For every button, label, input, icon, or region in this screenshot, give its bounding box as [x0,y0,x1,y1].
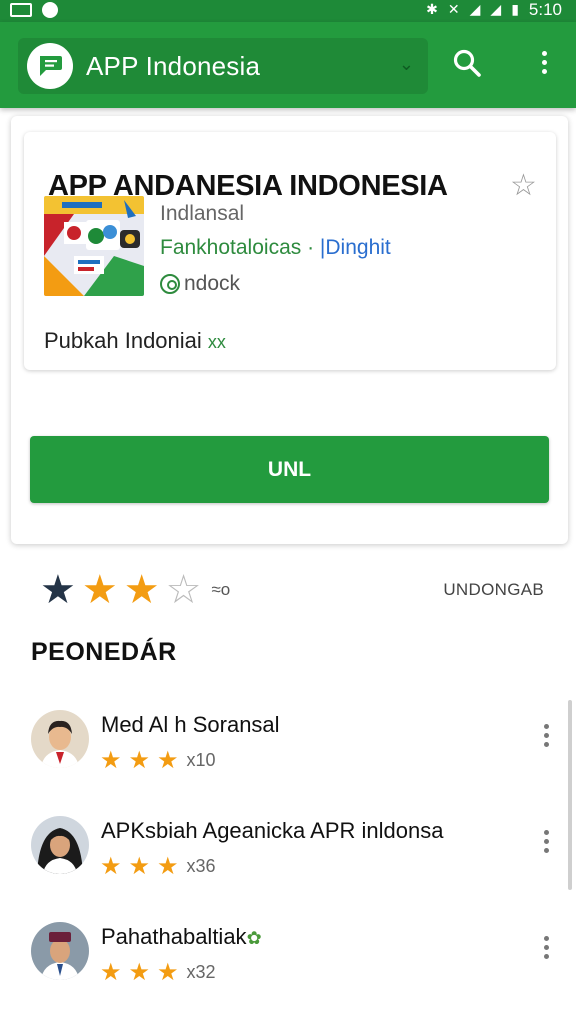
notification-icon [10,3,32,17]
star-filled-icon: ★ [81,567,118,613]
app-switcher-dropdown[interactable]: APP Indonesia ⌄ [18,38,428,94]
developer-name: Indlansal [160,202,245,225]
app-info-card: APP ANDANESIA INDONESIA ☆ Indlansal Fank… [24,132,556,370]
rating-count: ≈o [211,580,231,599]
app-bar-title: APP Indonesia [86,51,261,81]
avatar [31,710,89,768]
scrollbar[interactable] [568,700,572,890]
battery-icon: ▮ [511,2,519,18]
reviewer-name: Pahathabaltiak✿ [101,924,262,950]
publisher-badge: xx [207,332,226,352]
reviewer-name: APKsbiah Ageanicka APR inldonsa [101,818,444,843]
signal-icon: ◢ [490,2,502,18]
star-filled-icon: ★ [128,746,151,774]
star-empty-icon: ☆ [165,567,202,613]
app-details-card: APP ANDANESIA INDONESIA ☆ Indlansal Fank… [11,116,568,544]
publisher-name: Pubkah Indoniai [44,328,202,353]
more-vert-icon[interactable] [541,830,551,860]
star-filled-icon: ★ [40,567,76,613]
star-filled-icon: ★ [100,958,122,986]
sync-icon [42,2,58,18]
avatar [31,816,89,874]
category-link[interactable]: |Dinghit [320,236,391,259]
search-icon [453,49,481,77]
category-label: Fankhotaloicas [160,236,302,259]
rating-summary: ★ ★ ★ ☆ ≈o [40,568,230,612]
review-item: Pahathabaltiak✿ ★ ★ ★ x32 [0,922,576,1012]
chevron-down-icon: ⌄ [398,54,414,75]
chat-logo-icon [27,43,73,89]
app-icon [44,196,144,296]
reviewer-name: Med Al h Soransal [101,712,280,737]
publisher-line: Pubkah Indoniai xx [44,328,226,354]
reviewer-name-text: Pahathabaltiak [101,924,247,949]
review-item: APKsbiah Ageanicka APR inldonsa ★ ★ ★ x3… [0,816,576,906]
star-filled-icon: ★ [100,852,122,880]
app-bar: APP Indonesia ⌄ [0,22,576,108]
status-time: 5:10 [528,0,562,19]
avatar [31,922,89,980]
download-icon [160,274,180,294]
review-rating: ★ ★ ★ x36 [100,854,216,878]
review-count: x32 [186,961,216,982]
install-button[interactable]: UNL [30,436,549,503]
star-filled-icon: ★ [128,958,151,986]
review-rating: ★ ★ ★ x32 [100,960,216,984]
star-filled-icon: ★ [157,852,179,880]
more-vert-icon[interactable] [541,724,551,754]
bluetooth-icon: ✱ [426,2,438,18]
star-filled-icon: ★ [123,567,160,613]
more-vert-icon[interactable] [541,936,551,966]
mute-icon: ✕ [447,2,460,18]
review-item: Med Al h Soransal ★ ★ ★ x10 [0,710,576,800]
status-bar: ✱ ✕ ◢ ◢ ▮ 5:10 [0,0,576,22]
wishlist-star-icon[interactable]: ☆ [510,168,537,203]
reviews-section-title: PEONEDÁR [31,638,177,666]
review-rating: ★ ★ ★ x10 [100,748,216,772]
download-info: ndock [160,272,240,296]
star-filled-icon: ★ [128,852,151,880]
more-vert-icon[interactable] [530,48,558,84]
review-count: x10 [186,749,216,770]
star-filled-icon: ★ [100,746,122,774]
category-separator: · [301,236,320,259]
flower-emoji-icon: ✿ [246,928,262,948]
star-filled-icon: ★ [157,958,179,986]
star-filled-icon: ★ [157,746,179,774]
downloads-label: ndock [184,272,241,295]
search-button[interactable] [452,48,492,84]
review-count: x36 [186,855,216,876]
app-category[interactable]: Fankhotaloicas · |Dinghit [160,236,391,260]
wifi-icon: ◢ [469,2,481,18]
rating-action-link[interactable]: UNDONGAB [443,580,544,600]
